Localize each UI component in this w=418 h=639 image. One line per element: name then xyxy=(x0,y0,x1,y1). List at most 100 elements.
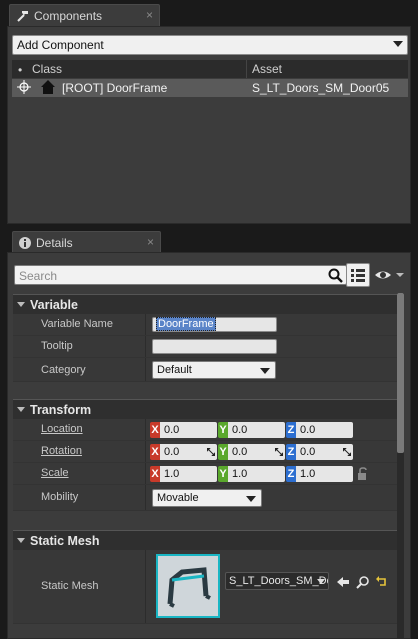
mobility-dropdown[interactable]: Movable xyxy=(152,489,262,507)
column-splitter[interactable] xyxy=(145,550,146,623)
location-z-value[interactable]: 0.0 xyxy=(296,422,353,438)
scale-y-field[interactable]: Y 1.0 xyxy=(218,466,287,482)
scrollbar-thumb[interactable] xyxy=(397,293,404,453)
spin-arrow-icon[interactable] xyxy=(275,448,283,456)
tooltip-row: Tooltip xyxy=(13,336,397,358)
use-selected-arrow-icon[interactable] xyxy=(336,575,350,589)
close-icon[interactable]: × xyxy=(147,235,154,249)
axis-x-tag: X xyxy=(150,422,160,438)
tab-components[interactable]: Components × xyxy=(9,4,160,26)
transform-section-header[interactable]: Transform xyxy=(13,399,397,419)
column-divider[interactable] xyxy=(246,60,247,78)
caret-down-icon xyxy=(17,407,25,412)
rotation-label[interactable]: Rotation xyxy=(41,445,82,457)
search-icon[interactable] xyxy=(328,268,343,283)
variable-name-field[interactable]: DoorFrame xyxy=(152,317,277,332)
variable-section-title: Variable xyxy=(30,297,78,312)
component-name: [ROOT] DoorFrame xyxy=(62,81,168,95)
static-mesh-thumbnail[interactable] xyxy=(156,554,220,618)
reset-arrow-icon[interactable] xyxy=(375,575,389,589)
details-tab-strip: Details × xyxy=(0,227,418,253)
tooltip-field[interactable] xyxy=(152,339,277,354)
scale-x-value[interactable]: 1.0 xyxy=(160,466,217,482)
tooltip-label: Tooltip xyxy=(41,340,73,352)
axis-z-tag: Z xyxy=(286,466,296,482)
column-asset-header[interactable]: Asset xyxy=(252,62,282,76)
tab-details[interactable]: Details × xyxy=(12,231,161,253)
move-icon xyxy=(17,80,31,94)
rotation-row: Rotation X 0.0 Y 0.0 Z 0.0 xyxy=(13,441,397,463)
browse-search-icon[interactable] xyxy=(356,575,370,589)
column-splitter[interactable] xyxy=(145,463,146,484)
scale-row: Scale X 1.0 Y 1.0 Z 1.0 xyxy=(13,463,397,485)
caret-down-icon xyxy=(17,538,25,543)
chevron-down-icon xyxy=(393,41,403,47)
scale-label[interactable]: Scale xyxy=(41,467,69,479)
variable-name-label: Variable Name xyxy=(41,318,113,330)
details-scrollbar[interactable] xyxy=(397,293,404,638)
rotation-z-field[interactable]: Z 0.0 xyxy=(286,444,355,460)
details-panel: Search Variable Variable Name DoorFrame xyxy=(7,252,411,639)
column-splitter[interactable] xyxy=(145,314,146,335)
lock-icon[interactable] xyxy=(356,467,370,481)
static-mesh-section-title: Static Mesh xyxy=(30,533,100,548)
close-icon[interactable]: × xyxy=(146,8,153,22)
static-mesh-row: Static Mesh S_LT_Doors_SM_Door05 xyxy=(13,550,397,624)
info-icon xyxy=(19,236,31,249)
scale-z-value[interactable]: 1.0 xyxy=(296,466,353,482)
column-splitter[interactable] xyxy=(145,336,146,357)
door-frame-mesh-icon xyxy=(167,567,211,608)
chevron-down-icon xyxy=(317,579,325,584)
tab-details-label: Details xyxy=(36,235,73,250)
search-input[interactable]: Search xyxy=(14,265,347,285)
chevron-down-icon xyxy=(246,496,256,502)
eye-icon[interactable] xyxy=(374,267,406,283)
variable-name-row: Variable Name DoorFrame xyxy=(13,314,397,336)
location-y-field[interactable]: Y 0.0 xyxy=(218,422,287,438)
category-dropdown[interactable]: Default xyxy=(152,361,276,379)
column-splitter[interactable] xyxy=(145,485,146,510)
caret-down-icon xyxy=(17,302,25,307)
location-y-value[interactable]: 0.0 xyxy=(228,422,285,438)
view-options-button[interactable] xyxy=(346,263,370,287)
mobility-row: Mobility Movable xyxy=(13,485,397,511)
grid-icon xyxy=(351,269,365,282)
location-z-field[interactable]: Z 0.0 xyxy=(286,422,355,438)
variable-section: Variable Variable Name DoorFrame Tooltip… xyxy=(13,294,397,382)
components-tab-strip: Components × xyxy=(0,0,418,26)
static-mesh-section-header[interactable]: Static Mesh xyxy=(13,530,397,550)
category-label: Category xyxy=(41,364,86,376)
axis-y-tag: Y xyxy=(218,444,228,460)
category-value: Default xyxy=(157,364,192,376)
location-label[interactable]: Location xyxy=(41,423,83,435)
variable-name-value: DoorFrame xyxy=(156,317,216,331)
component-asset: S_LT_Doors_SM_Door05 xyxy=(252,81,390,95)
spin-arrow-icon[interactable] xyxy=(343,448,351,456)
location-x-value[interactable]: 0.0 xyxy=(160,422,217,438)
category-row: Category Default xyxy=(13,358,397,382)
add-component-button[interactable]: Add Component xyxy=(12,35,408,55)
column-splitter[interactable] xyxy=(145,358,146,381)
rotation-y-field[interactable]: Y 0.0 xyxy=(218,444,287,460)
hammer-icon xyxy=(17,10,28,22)
scale-x-field[interactable]: X 1.0 xyxy=(150,466,219,482)
static-mesh-section: Static Mesh Static Mesh S_LT_Doors_SM_Do… xyxy=(13,530,397,624)
bullet-icon: • xyxy=(18,63,23,77)
scale-z-field[interactable]: Z 1.0 xyxy=(286,466,355,482)
scale-y-value[interactable]: 1.0 xyxy=(228,466,285,482)
axis-z-tag: Z xyxy=(286,444,296,460)
axis-y-tag: Y xyxy=(218,466,228,482)
axis-z-tag: Z xyxy=(286,422,296,438)
rotation-x-field[interactable]: X 0.0 xyxy=(150,444,219,460)
column-splitter[interactable] xyxy=(145,419,146,440)
location-x-field[interactable]: X 0.0 xyxy=(150,422,219,438)
column-splitter[interactable] xyxy=(145,441,146,462)
static-mesh-asset-value: S_LT_Doors_SM_Door05 xyxy=(229,575,328,587)
variable-section-header[interactable]: Variable xyxy=(13,294,397,314)
spin-arrow-icon[interactable] xyxy=(207,448,215,456)
mobility-label: Mobility xyxy=(41,491,79,503)
static-mesh-asset-picker[interactable]: S_LT_Doors_SM_Door05 xyxy=(225,572,329,590)
component-row-root[interactable]: [ROOT] DoorFrame S_LT_Doors_SM_Door05 xyxy=(12,79,408,97)
column-class-header[interactable]: Class xyxy=(32,62,62,76)
add-component-label: Add Component xyxy=(17,38,104,52)
